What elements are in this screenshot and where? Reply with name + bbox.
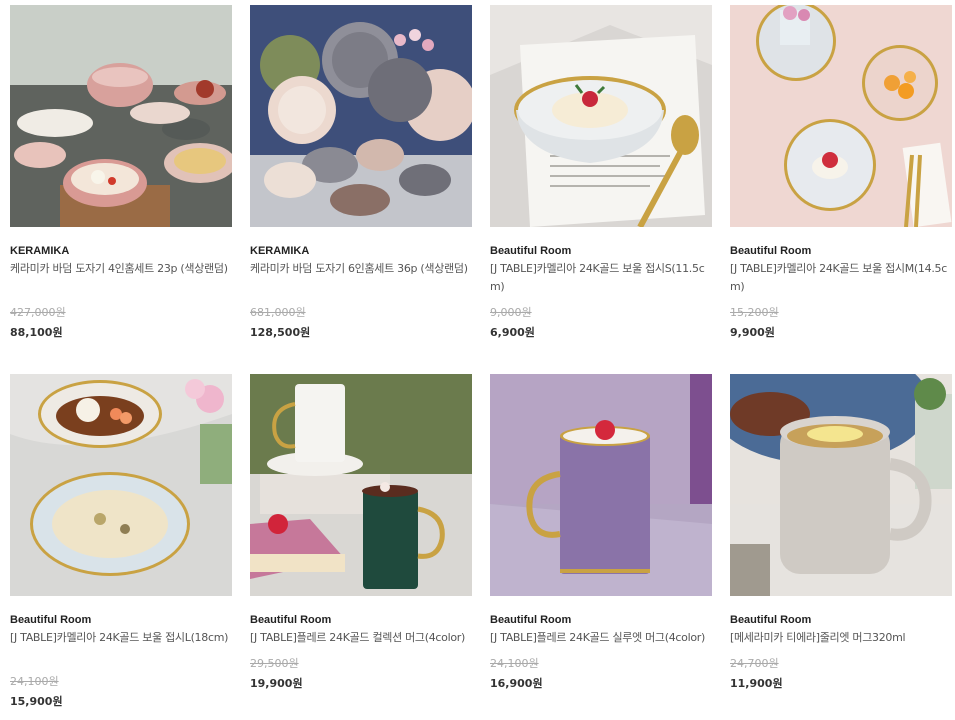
pasta-bowls-marble-photo [10, 374, 232, 596]
product-brand: Beautiful Room [730, 614, 812, 626]
product-image[interactable] [490, 374, 712, 596]
product-brand: Beautiful Room [490, 614, 572, 626]
sale-price: 16,900원 [490, 677, 543, 690]
sale-price: 128,500원 [250, 326, 311, 339]
original-price: 29,500원 [250, 657, 299, 670]
original-price: 24,100원 [10, 675, 59, 688]
product-name[interactable]: [메세라미카 티에라]줄리엣 머그320ml [730, 629, 952, 647]
product-card[interactable]: Beautiful Room [J TABLE]플레르 24K골드 컬렉션 머그… [250, 374, 472, 691]
product-image[interactable] [250, 374, 472, 596]
product-card[interactable]: Beautiful Room [J TABLE]카멜리아 24K골드 보울 접시… [10, 374, 232, 709]
sale-price: 15,900원 [10, 695, 63, 708]
pink-dinnerware-set-photo [10, 5, 232, 227]
product-brand: KERAMIKA [10, 245, 70, 257]
original-price: 681,000원 [250, 306, 306, 319]
product-brand: Beautiful Room [730, 245, 812, 257]
product-brand: Beautiful Room [250, 614, 332, 626]
product-name[interactable]: [J TABLE]카멜리아 24K골드 보울 접시M(14.5cm) [730, 260, 952, 296]
sale-price: 9,900원 [730, 326, 775, 339]
original-price: 9,000원 [490, 306, 532, 319]
product-grid: KERAMIKA 케라미카 바덤 도자기 4인홈세트 23p (색상랜덤) 42… [0, 0, 955, 720]
product-image[interactable] [10, 374, 232, 596]
original-price: 427,000원 [10, 306, 66, 319]
product-image[interactable] [730, 5, 952, 227]
product-name[interactable]: 케라미카 바덤 도자기 4인홈세트 23p (색상랜덤) [10, 260, 232, 296]
product-name[interactable]: [J TABLE]플레르 24K골드 실루엣 머그(4color) [490, 629, 712, 647]
original-price: 15,200원 [730, 306, 779, 319]
grey-mug-lemon-tea-photo [730, 374, 952, 596]
product-brand: Beautiful Room [490, 245, 572, 257]
purple-mug-photo [490, 374, 712, 596]
sale-price: 11,900원 [730, 677, 783, 690]
sale-price: 6,900원 [490, 326, 535, 339]
product-brand: Beautiful Room [10, 614, 92, 626]
product-name[interactable]: 케라미카 바덤 도자기 6인홈세트 36p (색상랜덤) [250, 260, 472, 296]
product-card[interactable]: Beautiful Room [J TABLE]카멜리아 24K골드 보울 접시… [730, 5, 952, 340]
product-image[interactable] [730, 374, 952, 596]
product-name[interactable]: [J TABLE]플레르 24K골드 컬렉션 머그(4color) [250, 629, 472, 647]
product-image[interactable] [250, 5, 472, 227]
product-card[interactable]: KERAMIKA 케라미카 바덤 도자기 4인홈세트 23p (색상랜덤) 42… [10, 5, 232, 340]
original-price: 24,700원 [730, 657, 779, 670]
scalloped-bowls-pink-table-photo [730, 5, 952, 227]
gold-rim-bowl-icecream-photo [490, 5, 712, 227]
product-card[interactable]: Beautiful Room [J TABLE]카멜리아 24K골드 보울 접시… [490, 5, 712, 340]
product-brand: KERAMIKA [250, 245, 310, 257]
sale-price: 19,900원 [250, 677, 303, 690]
product-card[interactable]: Beautiful Room [J TABLE]플레르 24K골드 실루엣 머그… [490, 374, 712, 691]
product-image[interactable] [10, 5, 232, 227]
product-name[interactable]: [J TABLE]카멜리아 24K골드 보울 접시L(18cm) [10, 629, 232, 665]
product-card[interactable]: Beautiful Room [메세라미카 티에라]줄리엣 머그320ml 24… [730, 374, 952, 691]
product-name[interactable]: [J TABLE]카멜리아 24K골드 보울 접시S(11.5cm) [490, 260, 712, 296]
sale-price: 88,100원 [10, 326, 63, 339]
gold-handle-mugs-cake-photo [250, 374, 472, 596]
original-price: 24,100원 [490, 657, 539, 670]
product-image[interactable] [490, 5, 712, 227]
stacked-dinnerware-photo [250, 5, 472, 227]
product-card[interactable]: KERAMIKA 케라미카 바덤 도자기 6인홈세트 36p (색상랜덤) 68… [250, 5, 472, 340]
